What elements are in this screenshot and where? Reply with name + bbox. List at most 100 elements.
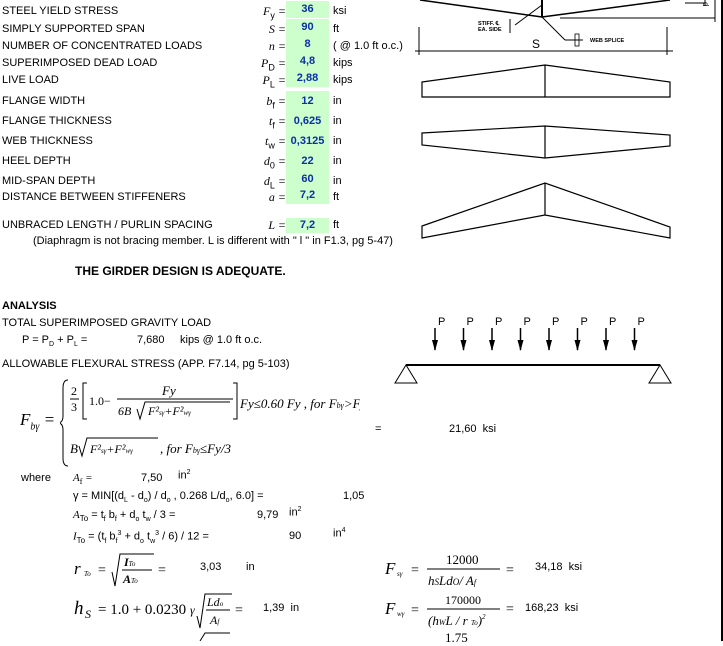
p-expression: P = PD + PL = (22, 334, 88, 349)
input-unit: ksi (333, 5, 347, 17)
stiff-label-2: EA. SIDE (478, 27, 502, 33)
input-unit: kips (333, 57, 353, 69)
fsy-formula: F sγ = 12000 hSLdO/ Af (384, 552, 500, 588)
input-symbol: Fy = (263, 4, 286, 21)
load-arrow: P (432, 316, 445, 351)
input-value[interactable]: 36 (286, 1, 329, 18)
input-value[interactable]: 60 (286, 171, 329, 188)
svg-text:F²sγ+F²wγ: F²sγ+F²wγ (89, 442, 133, 456)
svg-text:ATo: ATo (122, 572, 138, 586)
svg-text:Fy≤0.60 Fy , for Fbγ>Fy/3: Fy≤0.60 Fy , for Fbγ>Fy/3 (239, 396, 360, 411)
fsy-value: 34,18 ksi (535, 561, 583, 573)
input-unit: in (333, 135, 342, 147)
stiff-label-1: STIFF. ℄ (478, 20, 500, 27)
fby-equals: = (375, 423, 382, 435)
load-diagram: PPPPPPPP (394, 316, 672, 384)
profile-shape-2 (421, 125, 671, 159)
fby-formula: 2 3 1.0− Fy 6B F²sγ+F²wγ Fy≤0.60 Fy , fo… (60, 379, 360, 467)
rto-unit: in (246, 561, 255, 573)
fwy-value: 168,23 ksi (525, 602, 579, 614)
fwy-formula: F wγ = 170000 (hWL / r To)2 (384, 593, 500, 628)
svg-text:=: = (411, 603, 419, 618)
unbraced-note: (Diaphragm is not bracing member. L is d… (33, 235, 393, 247)
girder-profile-shapes (421, 64, 671, 239)
load-arrow: P (603, 316, 616, 351)
input-symbol: dL = (263, 174, 286, 191)
input-value[interactable]: 4,8 (286, 53, 329, 70)
svg-text:Ldo: Ldo (206, 595, 224, 609)
input-label: SIMPLY SUPPORTED SPAN (2, 23, 145, 35)
input-value[interactable]: 2,88 (286, 70, 329, 87)
ato-value: 9,79 (257, 509, 279, 521)
ito-unit: in4 (333, 527, 346, 540)
svg-text:=: = (235, 603, 243, 618)
load-label: P (438, 316, 445, 328)
svg-text:F: F (384, 599, 396, 618)
input-label: FLANGE THICKNESS (2, 115, 112, 127)
unbraced-unit: ft (333, 219, 340, 231)
svg-text:ITo: ITo (123, 555, 136, 569)
left-support-icon (394, 364, 418, 384)
p-value: 7,680 (137, 334, 165, 346)
right-support-icon (648, 364, 672, 384)
splice-label: WEB SPLICE (590, 38, 625, 44)
ito-value: 90 (289, 530, 302, 542)
svg-text:2: 2 (71, 384, 77, 398)
input-value[interactable]: 22 (286, 151, 329, 171)
fsy-equals: = (506, 563, 514, 578)
hs-value: 1,39 in (263, 602, 300, 614)
svg-text:(hWL / r To)2: (hWL / r To)2 (428, 613, 486, 628)
load-label: P (495, 316, 502, 328)
svg-text:=: = (411, 563, 419, 578)
input-unit: ft (333, 191, 340, 203)
input-symbol: tw = (265, 134, 286, 151)
input-label: SUPERIMPOSED DEAD LOAD (2, 57, 158, 69)
input-unit: in (333, 175, 342, 187)
load-arrow: P (517, 316, 531, 351)
input-label: LIVE LOAD (2, 74, 59, 86)
af-symbol: Af = (73, 472, 93, 487)
af-value: 7,50 (141, 472, 163, 484)
load-label: P (609, 316, 616, 328)
input-value[interactable]: 0,625 (286, 111, 329, 131)
next-numerator: 1.75 (445, 630, 468, 645)
svg-text:r: r (74, 559, 81, 578)
svg-text:=: = (98, 563, 106, 578)
load-arrow: P (489, 316, 502, 351)
analysis-heading: ANALYSIS (2, 300, 57, 312)
ito-expression: ITo = (tf bf3 + do tw3 / 6) / 12 = (73, 530, 209, 545)
fby-symbol: Fbγ = (20, 410, 56, 433)
input-value[interactable]: 0,3125 (286, 131, 329, 151)
input-label: DISTANCE BETWEEN STIFFENERS (2, 191, 186, 203)
load-label: P (581, 316, 588, 328)
svg-text:sγ: sγ (397, 570, 403, 578)
input-value[interactable]: 8 (286, 36, 329, 53)
load-arrow: P (460, 316, 474, 351)
svg-text:B: B (70, 441, 78, 456)
svg-text:Fy: Fy (161, 383, 176, 398)
hs-formula: h S = 1.0 + 0.0230 γ Ldo Af = (74, 593, 243, 629)
input-symbol: d0 = (263, 154, 286, 171)
ato-unit: in2 (289, 506, 302, 519)
input-symbol: PL = (262, 73, 286, 90)
fwy-equals: = (506, 602, 514, 617)
gamma-expression: γ = MIN[(dL - do) / do , 0.268 L/do, 6.0… (73, 490, 264, 505)
unbraced-label: UNBRACED LENGTH / PURLIN SPACING (2, 219, 213, 231)
where-label: where (21, 472, 51, 484)
input-value[interactable]: 12 (286, 91, 329, 111)
load-label: P (638, 316, 645, 328)
span-label: S (532, 37, 540, 51)
input-label: MID-SPAN DEPTH (2, 175, 96, 187)
input-symbol: bf = (266, 94, 286, 111)
girder-elevation-diagram: d STIFF. ℄ EA. SIDE WEB SPLICE S (415, 0, 716, 55)
gravity-title: TOTAL SUPERIMPOSED GRAVITY LOAD (2, 317, 212, 329)
input-label: NUMBER OF CONCENTRATED LOADS (2, 40, 203, 52)
input-value[interactable]: 90 (286, 19, 329, 36)
svg-text:Af: Af (209, 613, 220, 627)
load-label: P (524, 316, 531, 328)
load-label: P (552, 316, 559, 328)
unbraced-value[interactable]: 7,2 (286, 218, 329, 233)
rto-value: 3,03 (200, 561, 222, 573)
flex-title: ALLOWABLE FLEXURAL STRESS (APP. F7.14, p… (2, 358, 290, 370)
input-value[interactable]: 7,2 (286, 187, 329, 204)
